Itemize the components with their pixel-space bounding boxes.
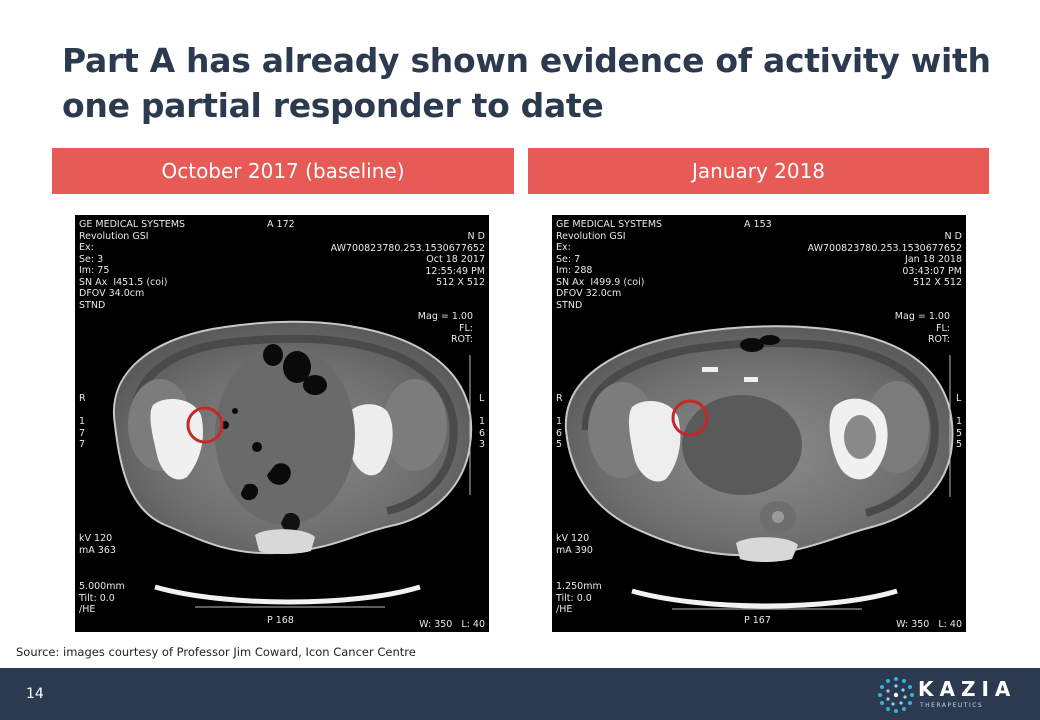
scan-info-kv: kV 120 mA 363 [79, 533, 116, 556]
logo-word: KAZIA [918, 677, 1017, 701]
panel-label-followup: January 2018 [528, 148, 989, 194]
ct-scan-followup: GE MEDICAL SYSTEMS Revolution GSI Ex: Se… [552, 215, 966, 632]
page-number: 14 [26, 686, 44, 702]
ct-scan-baseline: GE MEDICAL SYSTEMS Revolution GSI Ex: Se… [75, 215, 489, 632]
source-note: Source: images courtesy of Professor Jim… [16, 645, 416, 659]
panel-label-baseline: October 2017 (baseline) [52, 148, 514, 194]
scan-info-slice: 5.000mm Tilt: 0.0 /HE [79, 581, 125, 615]
scan-orientation-left: R 1 7 7 [79, 393, 86, 450]
scan-info-position: P 168 [267, 615, 294, 626]
scan-orientation-right: L 1 5 5 [955, 393, 962, 450]
scan-info-top-right: N D AW700823780.253.1530677652 Jan 18 20… [807, 231, 962, 288]
scan-info-top-center: A 153 [744, 219, 772, 230]
slide-title: Part A has already shown evidence of act… [62, 41, 991, 125]
scan-info-top-left: GE MEDICAL SYSTEMS Revolution GSI Ex: Se… [556, 219, 663, 311]
scan-info-top-center: A 172 [267, 219, 295, 230]
footer-bar: 14 KAZIA THERAPEUTICS [0, 668, 1040, 720]
scan-orientation-right: L 1 6 3 [478, 393, 485, 450]
scan-info-kv: kV 120 mA 390 [556, 533, 593, 556]
scan-orientation-left: R 1 6 5 [556, 393, 563, 450]
scan-info-window: W: 350 L: 40 [896, 619, 962, 630]
scan-info-mag: Mag = 1.00 FL: ROT: [894, 311, 950, 345]
scan-info-top-left: GE MEDICAL SYSTEMS Revolution GSI Ex: Se… [79, 219, 186, 311]
logo-sub: THERAPEUTICS [920, 702, 984, 709]
scan-info-slice: 1.250mm Tilt: 0.0 /HE [556, 581, 602, 615]
logo-dots-icon [878, 677, 914, 713]
kazia-logo: KAZIA THERAPEUTICS [876, 675, 1026, 715]
scan-info-window: W: 350 L: 40 [419, 619, 485, 630]
scan-info-position: P 167 [744, 615, 771, 626]
scan-info-mag: Mag = 1.00 FL: ROT: [417, 311, 473, 345]
scan-info-top-right: N D AW700823780.253.1530677652 Oct 18 20… [330, 231, 485, 288]
